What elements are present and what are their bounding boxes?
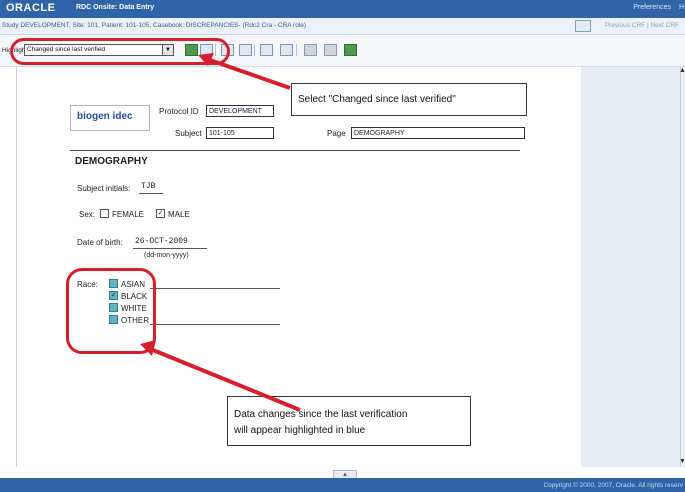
help-link[interactable]: H	[679, 4, 684, 11]
changes-text-line1: Data changes since the last verification	[234, 409, 408, 420]
history-icon[interactable]	[239, 44, 252, 56]
select-hint-text: Select "Changed since last verified"	[298, 94, 456, 105]
save-icon[interactable]	[344, 44, 357, 56]
protocol-label: Protocol ID	[159, 107, 199, 116]
copyright-text: Copyright © 2000, 2007, Oracle. All righ…	[543, 482, 683, 489]
app-title: RDC Onsite: Data Entry	[76, 4, 155, 11]
protocol-field[interactable]: DEVELOPMENT	[206, 105, 274, 117]
study-context-text: Study DEVELOPMENT, Site: 101, Patient: 1…	[2, 22, 307, 29]
dob-label: Date of birth:	[77, 238, 123, 247]
oracle-logo: ORACLE	[6, 2, 56, 14]
sex-female-checkbox[interactable]	[100, 209, 109, 218]
select-hint-callout: Select "Changed since last verified"	[291, 83, 527, 116]
toolbar-separator	[254, 44, 255, 56]
sex-label: Sex:	[79, 210, 96, 219]
scroll-up-icon[interactable]: ▲	[679, 67, 685, 74]
subject-field[interactable]: 101-105	[206, 127, 274, 139]
dob-format-hint: (dd-mon-yyyy)	[144, 252, 189, 259]
subject-label: Subject	[175, 129, 202, 138]
sex-male-label: MALE	[168, 210, 190, 219]
race-annotation-ring	[66, 268, 156, 354]
vertical-scrollbar[interactable]	[680, 67, 685, 467]
dob-value[interactable]: 26-OCT-2009	[135, 237, 188, 246]
investigator-comment-icon[interactable]	[280, 44, 293, 56]
scroll-down-icon[interactable]: ▼	[679, 458, 685, 465]
changes-text-line2: will appear highlighted in blue	[234, 425, 366, 436]
initials-underline	[139, 193, 163, 194]
print-icon[interactable]	[324, 44, 337, 56]
delete-icon[interactable]	[304, 44, 317, 56]
discrepancy-icon[interactable]	[260, 44, 273, 56]
header-divider	[70, 150, 520, 151]
crf-navigation-icon[interactable]	[575, 20, 591, 32]
side-panel	[581, 67, 680, 467]
section-title: DEMOGRAPHY	[75, 156, 148, 167]
sponsor-logo-text: biogen idec	[77, 111, 133, 122]
crf-navigation[interactable]: Previous CRF | Next CRF	[605, 22, 679, 29]
changes-callout: Data changes since the last verification…	[227, 396, 471, 446]
highlight-annotation-ring	[10, 38, 230, 65]
preferences-link[interactable]: Preferences	[633, 4, 671, 11]
initials-value[interactable]: TJB	[141, 182, 155, 191]
toolbar-separator	[296, 44, 297, 56]
race-line	[150, 288, 280, 289]
page-field[interactable]: DEMOGRAPHY	[351, 127, 525, 139]
initials-label: Subject initials:	[77, 184, 131, 193]
page-label: Page	[327, 129, 346, 138]
sex-male-checkbox[interactable]: ✓	[156, 209, 165, 218]
race-line	[150, 324, 280, 325]
dob-underline	[133, 248, 207, 249]
sex-female-label: FEMALE	[112, 210, 145, 219]
